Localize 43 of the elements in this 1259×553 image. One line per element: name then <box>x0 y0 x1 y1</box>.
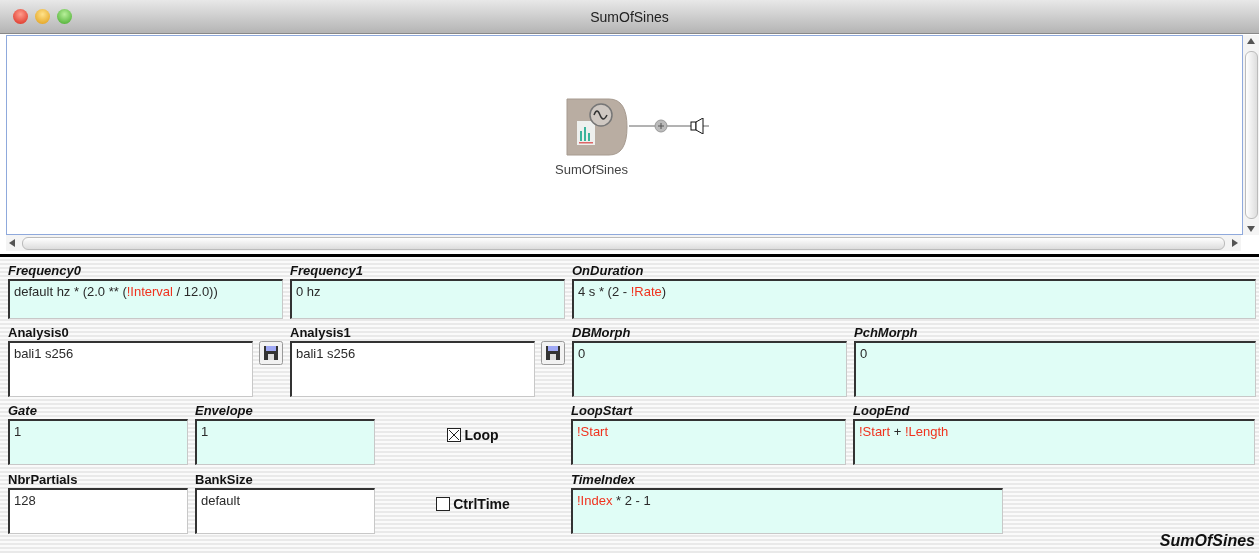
sound-module-icon[interactable] <box>565 97 629 157</box>
parameter-label: Analysis0 <box>8 325 70 341</box>
input-field[interactable]: !Start <box>571 419 846 465</box>
check-box-icon[interactable] <box>436 496 451 511</box>
horizontal-scrollbar[interactable] <box>6 235 1241 251</box>
input-field[interactable]: 4 s * (2 - !Rate) <box>572 279 1256 319</box>
module-label: SumOfSines <box>555 162 628 177</box>
scroll-up-icon[interactable] <box>1247 38 1255 44</box>
input-field[interactable]: default <box>195 488 375 534</box>
input-field[interactable]: !Start + !Length <box>853 419 1255 465</box>
parameter-label: Envelope <box>195 403 254 419</box>
parameter-label: NbrPartials <box>8 472 79 488</box>
close-button[interactable] <box>13 9 28 24</box>
scroll-left-icon[interactable] <box>9 239 15 247</box>
parameter-label: TimeIndex <box>571 472 637 488</box>
sound-name: SumOfSines <box>1159 532 1255 550</box>
input-field[interactable]: bali1 s256 <box>8 341 253 397</box>
input-field[interactable]: 128 <box>8 488 188 534</box>
vertical-scrollbar[interactable] <box>1243 35 1259 235</box>
parameter-label: OnDuration <box>572 263 645 279</box>
parameter-label: LoopStart <box>571 403 634 419</box>
check-box-icon[interactable] <box>447 427 462 442</box>
parameter-label: Analysis1 <box>290 325 352 341</box>
parameter-label: PchMorph <box>854 325 919 341</box>
checkbox[interactable]: Loop <box>447 426 499 443</box>
parameter-label: DBMorph <box>572 325 632 341</box>
input-field[interactable]: 0 hz <box>290 279 565 319</box>
input-field[interactable]: 0 <box>854 341 1256 397</box>
scroll-right-icon[interactable] <box>1232 239 1238 247</box>
input-field[interactable]: !Index * 2 - 1 <box>571 488 1003 534</box>
scroll-down-icon[interactable] <box>1247 226 1255 232</box>
input-field[interactable]: bali1 s256 <box>290 341 535 397</box>
parameter-label: BankSize <box>195 472 254 488</box>
checkbox[interactable]: CtrlTime <box>436 495 510 512</box>
parameter-label: Frequency1 <box>290 263 364 279</box>
input-field[interactable]: 1 <box>195 419 375 465</box>
window-title: SumOfSines <box>590 8 669 25</box>
input-field[interactable]: default hz * (2.0 ** (!Interval / 12.0)) <box>8 279 283 319</box>
input-field[interactable]: 0 <box>572 341 847 397</box>
parameter-label: Gate <box>8 403 38 419</box>
input-field[interactable]: 1 <box>8 419 188 465</box>
parameter-label: Frequency0 <box>8 263 82 279</box>
parameter-label: LoopEnd <box>853 403 911 419</box>
